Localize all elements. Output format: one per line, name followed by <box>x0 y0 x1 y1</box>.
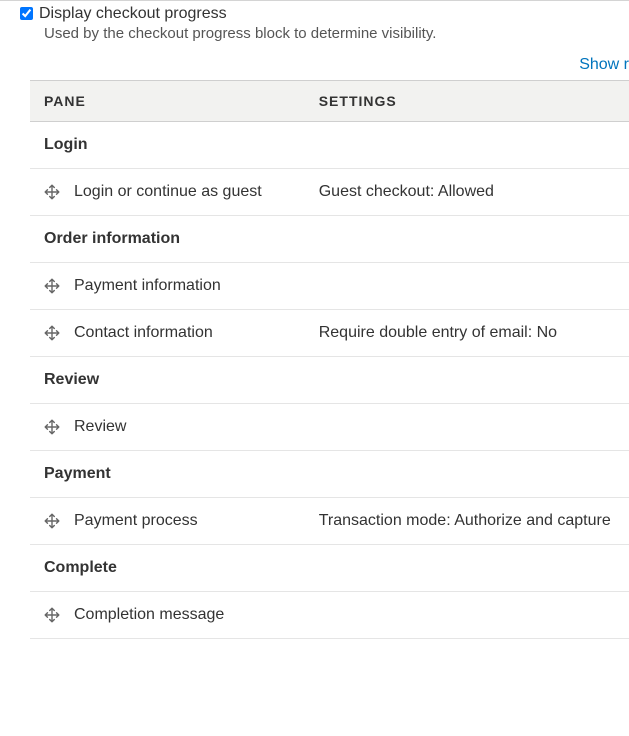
display-progress-label[interactable]: Display checkout progress <box>39 5 227 23</box>
pane-label: Login or continue as guest <box>74 183 262 201</box>
move-icon[interactable] <box>44 325 60 341</box>
group-row: Payment <box>30 451 629 498</box>
pane-settings <box>305 263 629 310</box>
group-row: Complete <box>30 545 629 592</box>
move-icon[interactable] <box>44 419 60 435</box>
group-title: Review <box>30 357 629 404</box>
group-row: Login <box>30 122 629 169</box>
column-header-pane: PANE <box>30 81 305 122</box>
show-row-weights-link[interactable]: Show r <box>579 56 629 73</box>
pane-row: Payment information <box>30 263 629 310</box>
group-row: Review <box>30 357 629 404</box>
display-progress-field: Display checkout progress <box>0 0 629 23</box>
pane-label: Payment information <box>74 277 221 295</box>
pane-label: Completion message <box>74 606 224 624</box>
move-icon[interactable] <box>44 278 60 294</box>
group-title: Login <box>30 122 629 169</box>
group-row: Order information <box>30 216 629 263</box>
pane-row: Completion message <box>30 592 629 639</box>
pane-row: Login or continue as guest Guest checkout… <box>30 169 629 216</box>
pane-row: Review <box>30 404 629 451</box>
pane-settings: Transaction mode: Authorize and capture <box>305 498 629 545</box>
group-title: Order information <box>30 216 629 263</box>
move-icon[interactable] <box>44 513 60 529</box>
table-toolbar: Show r <box>0 56 629 80</box>
pane-row: Payment process Transaction mode: Authori… <box>30 498 629 545</box>
move-icon[interactable] <box>44 184 60 200</box>
pane-label: Contact information <box>74 324 213 342</box>
group-title: Payment <box>30 451 629 498</box>
display-progress-description: Used by the checkout progress block to d… <box>0 23 629 56</box>
pane-settings <box>305 592 629 639</box>
pane-settings: Require double entry of email: No <box>305 310 629 357</box>
pane-label: Review <box>74 418 126 436</box>
panes-table: PANE SETTINGS Login Login or continue as… <box>30 80 629 639</box>
pane-settings: Guest checkout: Allowed <box>305 169 629 216</box>
pane-label: Payment process <box>74 512 198 530</box>
column-header-settings: SETTINGS <box>305 81 629 122</box>
pane-row: Contact information Require double entry … <box>30 310 629 357</box>
display-progress-checkbox[interactable] <box>20 7 33 20</box>
move-icon[interactable] <box>44 607 60 623</box>
group-title: Complete <box>30 545 629 592</box>
pane-settings <box>305 404 629 451</box>
